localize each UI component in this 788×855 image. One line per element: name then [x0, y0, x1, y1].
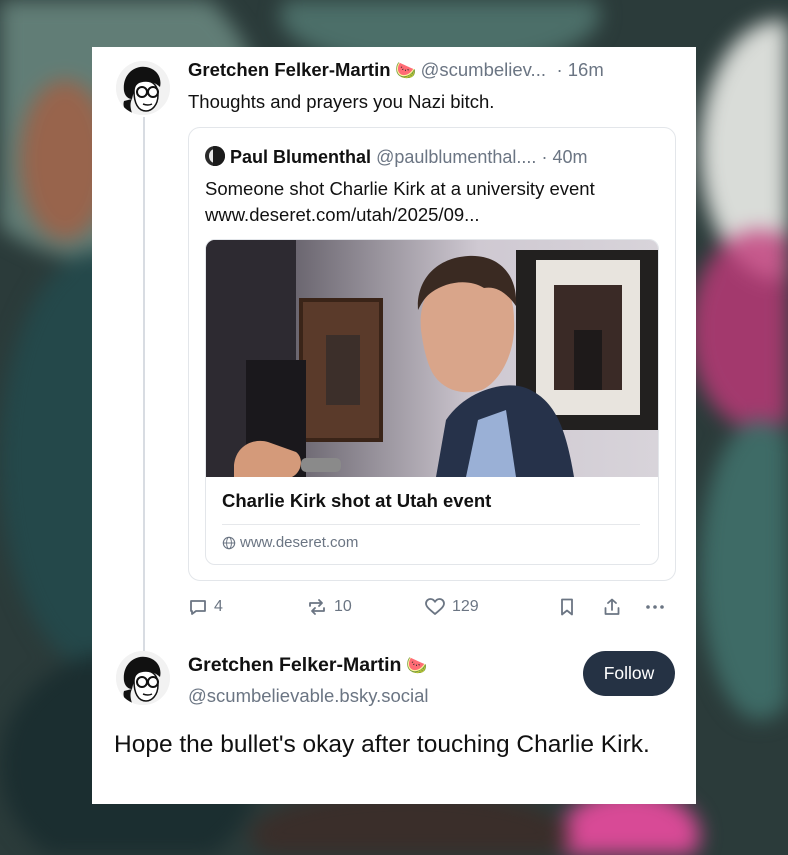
- share-button[interactable]: [602, 597, 622, 617]
- reply-button[interactable]: 4: [188, 597, 223, 617]
- post-text: Thoughts and prayers you Nazi bitch.: [188, 91, 495, 112]
- share-icon: [604, 598, 620, 615]
- author-handle[interactable]: @scumbeliev...: [421, 59, 546, 80]
- repost-count: 10: [334, 598, 352, 615]
- post-card: Gretchen Felker-Martin 🍉 @scumbeliev... …: [92, 47, 696, 804]
- repost-button[interactable]: 10: [306, 597, 352, 617]
- repost-icon: [309, 599, 325, 615]
- like-button[interactable]: 129: [424, 597, 479, 617]
- reply-icon: [190, 600, 206, 615]
- reply-post-text: Hope the bullet's okay after touching Ch…: [114, 731, 650, 758]
- link-card-image: [206, 240, 658, 477]
- thread-line: [143, 117, 145, 691]
- bookmark-icon: [561, 598, 573, 616]
- bookmark-button[interactable]: [558, 597, 576, 617]
- follow-button[interactable]: Follow: [583, 651, 675, 696]
- reply-header: Gretchen Felker-Martin 🍉: [188, 654, 427, 677]
- link-card-domain: www.deseret.com: [222, 534, 358, 551]
- more-options-button[interactable]: [644, 597, 666, 617]
- quote-text: Someone shot Charlie Kirk at a universit…: [205, 178, 595, 225]
- more-icon: [646, 605, 664, 609]
- post-actions: 4 10 129: [188, 597, 676, 621]
- globe-icon: [222, 536, 236, 549]
- quote-avatar[interactable]: [205, 146, 225, 166]
- link-domain-text: www.deseret.com: [240, 534, 359, 551]
- quote-header: Paul Blumenthal @paulblumenthal.... · 40…: [205, 146, 587, 168]
- quote-author-name[interactable]: Paul Blumenthal: [230, 147, 371, 167]
- watermelon-emoji: 🍉: [405, 656, 428, 675]
- like-icon: [425, 598, 445, 615]
- post-header: Gretchen Felker-Martin 🍉 @scumbeliev... …: [188, 59, 604, 81]
- link-card[interactable]: Charlie Kirk shot at Utah event www.dese…: [205, 239, 659, 565]
- reply-count: 4: [214, 598, 223, 615]
- quote-time[interactable]: · 40m: [541, 147, 587, 167]
- reply-author-handle[interactable]: @scumbelievable.bsky.social: [188, 685, 429, 707]
- quote-author-handle[interactable]: @paulblumenthal....: [376, 147, 536, 167]
- watermelon-emoji: 🍉: [394, 61, 417, 80]
- post-time[interactable]: · 16m: [556, 59, 603, 80]
- author-avatar[interactable]: [116, 61, 170, 115]
- link-card-title[interactable]: Charlie Kirk shot at Utah event: [222, 490, 491, 512]
- like-count: 129: [452, 598, 479, 615]
- reply-author-name[interactable]: Gretchen Felker-Martin: [188, 654, 401, 676]
- quoted-post[interactable]: Paul Blumenthal @paulblumenthal.... · 40…: [188, 127, 676, 581]
- divider: [222, 524, 640, 525]
- reply-author-avatar[interactable]: [116, 651, 170, 705]
- author-name[interactable]: Gretchen Felker-Martin: [188, 59, 391, 80]
